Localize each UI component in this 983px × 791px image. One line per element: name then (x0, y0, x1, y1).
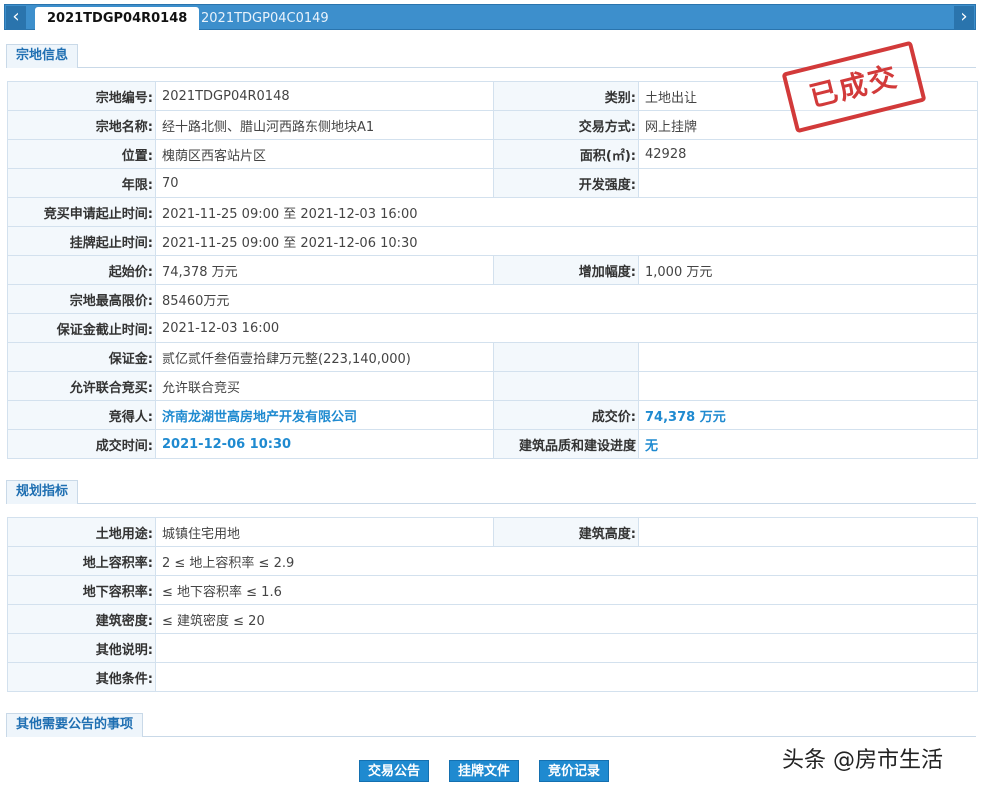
intensity-value (638, 168, 978, 198)
intensity-label: 开发强度: (493, 168, 639, 198)
max-price-value: 85460万元 (155, 284, 978, 314)
deposit-value: 贰亿贰仟叁佰壹拾肆万元整(223,140,000) (155, 342, 494, 372)
table-row: 保证金截止时间: 2021-12-03 16:00 (7, 313, 978, 343)
parcel-no-value: 2021TDGP04R0148 (155, 81, 494, 111)
parcel-name-value: 经十路北侧、腊山河西路东侧地块A1 (155, 110, 494, 140)
density-value: ≤ 建筑密度 ≤ 20 (155, 604, 978, 634)
far-below-label: 地下容积率: (7, 575, 156, 605)
max-price-label: 宗地最高限价: (7, 284, 156, 314)
quality-value: 无 (638, 429, 978, 459)
other-note-label: 其他说明: (7, 633, 156, 663)
parcel-info-table: 宗地编号: 2021TDGP04R0148 类别: 土地出让 宗地名称: 经十路… (7, 81, 978, 459)
chevron-left-icon[interactable]: ‹ (6, 6, 26, 29)
table-row: 挂牌起止时间: 2021-11-25 09:00 至 2021-12-06 10… (7, 226, 978, 256)
deposit-deadline-value: 2021-12-03 16:00 (155, 313, 978, 343)
far-below-value: ≤ 地下容积率 ≤ 1.6 (155, 575, 978, 605)
table-row: 年限: 70 开发强度: (7, 168, 978, 198)
winner-value: 济南龙湖世高房地产开发有限公司 (155, 400, 494, 430)
parcel-info-section-title: 宗地信息 (6, 44, 79, 68)
empty-value-cell (638, 371, 978, 401)
density-label: 建筑密度: (7, 604, 156, 634)
increment-value: 1,000 万元 (638, 255, 978, 285)
table-row: 地上容积率: 2 ≤ 地上容积率 ≤ 2.9 (7, 546, 978, 576)
table-row: 成交时间: 2021-12-06 10:30 建筑品质和建设进度 无 (7, 429, 978, 459)
planning-section-header: 规划指标 (6, 480, 976, 504)
building-height-value (638, 517, 978, 547)
deal-time-label: 成交时间: (7, 429, 156, 459)
bid-apply-label: 竞买申请起止时间: (7, 197, 156, 227)
table-row: 建筑密度: ≤ 建筑密度 ≤ 20 (7, 604, 978, 634)
listing-period-label: 挂牌起止时间: (7, 226, 156, 256)
trade-mode-label: 交易方式: (493, 110, 639, 140)
location-label: 位置: (7, 139, 156, 169)
table-row: 土地用途: 城镇住宅用地 建筑高度: (7, 517, 978, 547)
deal-time-value: 2021-12-06 10:30 (155, 429, 494, 459)
area-value: 42928 (638, 139, 978, 169)
far-above-value: 2 ≤ 地上容积率 ≤ 2.9 (155, 546, 978, 576)
empty-label-cell (493, 371, 639, 401)
bid-records-button[interactable]: 竞价记录 (539, 760, 610, 782)
deposit-label: 保证金: (7, 342, 156, 372)
empty-label-cell (493, 342, 639, 372)
table-row: 允许联合竞买: 允许联合竞买 (7, 371, 978, 401)
other-condition-label: 其他条件: (7, 662, 156, 692)
deal-price-label: 成交价: (493, 400, 639, 430)
table-row: 保证金: 贰亿贰仟叁佰壹拾肆万元整(223,140,000) (7, 342, 978, 372)
table-row: 位置: 槐荫区西客站片区 面积(㎡): 42928 (7, 139, 978, 169)
source-watermark: 头条 @房市生活 (782, 748, 943, 773)
notice-section-title: 其他需要公告的事项 (6, 713, 144, 737)
increment-label: 增加幅度: (493, 255, 639, 285)
table-row: 宗地最高限价: 85460万元 (7, 284, 978, 314)
listing-period-value: 2021-11-25 09:00 至 2021-12-06 10:30 (155, 226, 978, 256)
parcel-tab-bar: ‹ 2021TDGP04R0148 2021TDGP04C0149 › (4, 4, 976, 30)
area-label: 面积(㎡): (493, 139, 639, 169)
land-use-value: 城镇住宅用地 (155, 517, 494, 547)
table-row: 其他说明: (7, 633, 978, 663)
joint-bid-label: 允许联合竞买: (7, 371, 156, 401)
announcement-button[interactable]: 交易公告 (359, 760, 430, 782)
category-label: 类别: (493, 81, 639, 111)
parcel-no-label: 宗地编号: (7, 81, 156, 111)
table-row: 竞买申请起止时间: 2021-11-25 09:00 至 2021-12-03 … (7, 197, 978, 227)
quality-label: 建筑品质和建设进度 (493, 429, 639, 459)
listing-docs-button[interactable]: 挂牌文件 (449, 760, 520, 782)
empty-value-cell (638, 342, 978, 372)
notice-section-header: 其他需要公告的事项 (6, 713, 976, 737)
bid-apply-value: 2021-11-25 09:00 至 2021-12-03 16:00 (155, 197, 978, 227)
term-label: 年限: (7, 168, 156, 198)
other-condition-value (155, 662, 978, 692)
land-use-label: 土地用途: (7, 517, 156, 547)
term-value: 70 (155, 168, 494, 198)
chevron-right-icon[interactable]: › (954, 6, 974, 29)
winner-label: 竞得人: (7, 400, 156, 430)
location-value: 槐荫区西客站片区 (155, 139, 494, 169)
table-row: 起始价: 74,378 万元 增加幅度: 1,000 万元 (7, 255, 978, 285)
table-row: 地下容积率: ≤ 地下容积率 ≤ 1.6 (7, 575, 978, 605)
start-price-value: 74,378 万元 (155, 255, 494, 285)
other-note-value (155, 633, 978, 663)
joint-bid-value: 允许联合竞买 (155, 371, 494, 401)
table-row: 竞得人: 济南龙湖世高房地产开发有限公司 成交价: 74,378 万元 (7, 400, 978, 430)
far-above-label: 地上容积率: (7, 546, 156, 576)
planning-table: 土地用途: 城镇住宅用地 建筑高度: 地上容积率: 2 ≤ 地上容积率 ≤ 2.… (7, 517, 978, 692)
tab-parcel-c0149[interactable]: 2021TDGP04C0149 (189, 7, 341, 30)
parcel-name-label: 宗地名称: (7, 110, 156, 140)
building-height-label: 建筑高度: (493, 517, 639, 547)
deposit-deadline-label: 保证金截止时间: (7, 313, 156, 343)
start-price-label: 起始价: (7, 255, 156, 285)
tab-parcel-r0148[interactable]: 2021TDGP04R0148 (35, 7, 200, 30)
table-row: 其他条件: (7, 662, 978, 692)
deal-price-value: 74,378 万元 (638, 400, 978, 430)
planning-section-title: 规划指标 (6, 480, 79, 504)
